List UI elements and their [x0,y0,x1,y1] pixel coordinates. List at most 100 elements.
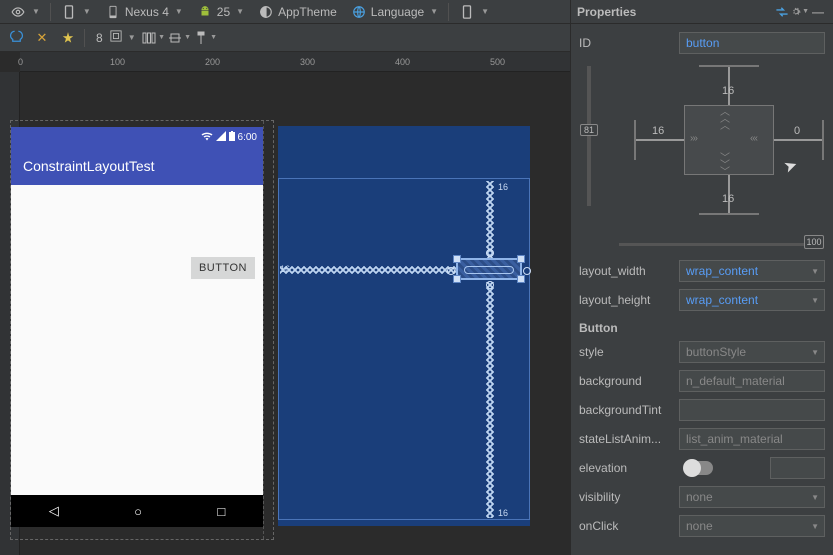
ruler-tick: 200 [205,57,220,67]
design-content[interactable]: BUTTON [11,185,263,495]
design-surface-toggle[interactable]: ▼ [4,2,46,22]
api-label: 25 [217,5,230,19]
constraint-inner-box[interactable] [684,105,774,175]
properties-panel: Properties ▼ — ID button 81 [570,0,833,555]
settings-button[interactable]: ▼ [791,3,809,21]
prop-style-label: style [579,345,679,359]
margin-top-value[interactable]: 16 [722,85,734,97]
app-title: ConstraintLayoutTest [23,158,155,174]
horizontal-bias-slider[interactable]: 100 [619,243,819,246]
vertical-bias-knob[interactable]: 81 [580,124,598,136]
prop-id-value: button [686,36,719,50]
size-mode-bottom[interactable]: ﹀﹀﹀ [720,155,729,176]
conn-left[interactable] [636,139,684,141]
prop-visibility-field[interactable]: none [679,486,825,508]
prop-onclick-field[interactable]: none [679,515,825,537]
resize-handle-ne[interactable] [517,255,525,263]
chevron-down-icon: ▼ [430,7,438,16]
prop-id-field[interactable]: button [679,32,825,54]
margin-right-value[interactable]: 0 [794,125,800,137]
guide-line [263,121,264,539]
nav-recent-icon: □ [217,504,225,519]
pack-button[interactable]: ▼ [142,26,166,50]
constraint-anchor-bottom[interactable] [486,281,494,289]
blueprint-preview[interactable]: 16 16 16 [278,126,530,526]
separator [50,3,51,21]
prop-background-field[interactable]: n_default_material [679,370,825,392]
chevron-down-icon: ▼ [128,33,136,42]
resize-handle-sw[interactable] [453,275,461,283]
prop-visibility-value: none [686,490,713,504]
vertical-bias-value: 81 [584,125,594,135]
margin-bottom-value[interactable]: 16 [722,193,734,205]
constraint-anchor-top[interactable] [486,249,494,257]
default-margin-value: 8 [93,31,106,45]
prop-layout-height-field[interactable]: wrap_content [679,289,825,311]
clear-constraints[interactable]: ✕ [30,26,54,50]
design-surfaces: 6:00 ConstraintLayoutTest BUTTON ◁ ○ □ [20,72,570,555]
locale-selector[interactable]: Language ▼ [345,2,444,22]
horizontal-bias-knob[interactable]: 100 [804,235,824,249]
chevron-down-icon: ▼ [236,7,244,16]
prop-id-label: ID [579,36,679,50]
ruler-tick: 400 [395,57,410,67]
elevation-toggle[interactable] [685,461,713,475]
vertical-bias-slider[interactable]: 81 [587,66,591,206]
prop-layout-height-label: layout_height [579,293,679,307]
variant-selector[interactable]: ▼ [453,2,495,22]
prop-backgroundtint-label: backgroundTint [579,403,679,417]
prop-backgroundtint-field[interactable] [679,399,825,421]
prop-visibility-label: visibility [579,490,679,504]
prop-layout-width-value: wrap_content [686,264,758,278]
design-canvas[interactable]: 0 100 200 300 400 500 [0,52,570,555]
conn-right[interactable] [774,139,822,141]
ruler-tick: 100 [110,57,125,67]
design-preview[interactable]: 6:00 ConstraintLayoutTest BUTTON ◁ ○ □ [11,127,263,527]
api-selector[interactable]: 25 ▼ [191,2,250,22]
device-selector[interactable]: Nexus 4 ▼ [99,2,189,22]
properties-body: ID button 81 16 16 [571,24,833,548]
theme-selector[interactable]: AppTheme [252,2,343,22]
prop-section-button: Button [579,321,825,335]
toggle-view-mode-button[interactable] [773,3,791,21]
chevron-down-icon: ▼ [184,34,191,41]
size-mode-right[interactable]: ‹‹‹ [750,135,757,142]
nav-bar: ◁ ○ □ [11,495,263,527]
blueprint-margin-bottom: 16 [498,508,508,518]
horizontal-bias-value: 100 [806,237,821,247]
resize-handle-se[interactable] [517,275,525,283]
orientation-toggle[interactable]: ▼ [55,2,97,22]
constraint-spring-left [280,266,456,274]
constraint-anchor-right[interactable] [523,267,531,275]
size-mode-left[interactable]: ››› [690,135,697,142]
ruler-horizontal: 0 100 200 300 400 500 [20,52,570,72]
blueprint-button-widget[interactable] [456,258,522,280]
infer-constraints[interactable] [56,26,80,50]
theme-label: AppTheme [278,5,337,19]
prop-layout-width-field[interactable]: wrap_content [679,260,825,282]
toggle-autoconnect[interactable] [4,26,28,50]
design-button-widget[interactable]: BUTTON [191,257,255,279]
resize-handle-nw[interactable] [453,255,461,263]
prop-statelistanim-field[interactable]: list_anim_material [679,428,825,450]
minimize-button[interactable]: — [809,3,827,21]
size-mode-top[interactable]: ︿︿︿ [720,109,729,130]
edge-bottom [699,213,759,215]
nav-home-icon: ○ [134,504,142,519]
prop-style-field[interactable]: buttonStyle [679,341,825,363]
blueprint-button-inner [464,266,514,274]
margin-left-value[interactable]: 16 [652,125,664,137]
default-margin-selector[interactable]: 8 ▼ [89,28,140,48]
nav-back-icon: ◁ [49,503,59,519]
status-time: 6:00 [238,132,257,143]
align-button[interactable]: ▼ [168,26,192,50]
chevron-down-icon: ▼ [32,7,40,16]
design-frame: 6:00 ConstraintLayoutTest BUTTON ◁ ○ □ [10,120,274,540]
elevation-value-field[interactable] [770,457,825,479]
prop-layout-height-value: wrap_content [686,293,758,307]
guidelines-button[interactable]: ▼ [194,26,218,50]
wifi-icon [201,131,213,144]
separator [448,3,449,21]
constraint-anchor-left[interactable] [447,267,455,275]
prop-statelistanim-label: stateListAnim... [579,432,679,446]
